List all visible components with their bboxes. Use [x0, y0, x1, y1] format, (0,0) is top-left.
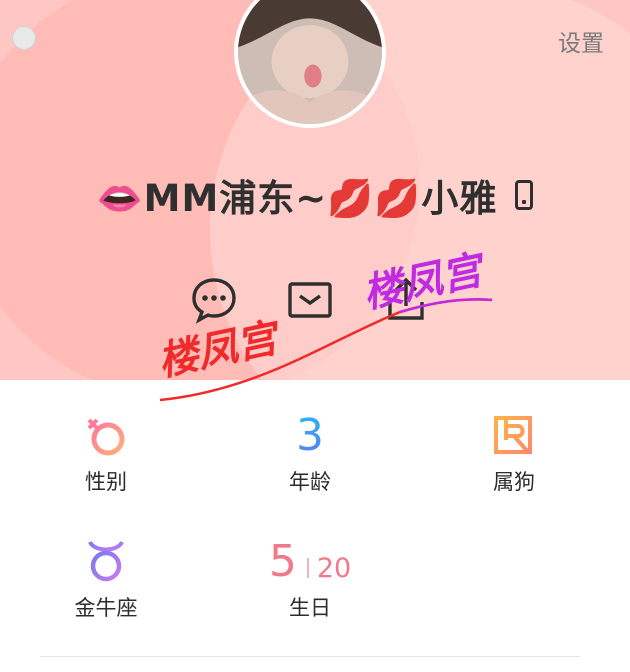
age-item: 3 年龄 [240, 404, 380, 496]
taurus-icon [88, 540, 124, 582]
constellation-label: 金牛座 [74, 596, 138, 620]
zodiac-label: 属狗 [493, 470, 535, 494]
divider [40, 656, 580, 657]
constellation-item: 金牛座 [36, 530, 176, 622]
watermark-swoosh [159, 298, 493, 402]
birthday-day: 20 [316, 553, 352, 584]
birthday-month: 5 [268, 536, 297, 587]
gender-label: 性别 [85, 470, 127, 494]
zodiac-item: 属狗 [444, 404, 584, 496]
age-value: 3 [296, 410, 324, 461]
female-symbol-icon [87, 418, 125, 456]
birthday-label: 生日 [289, 596, 331, 620]
zodiac-dog-icon [494, 416, 532, 454]
age-label: 年龄 [289, 470, 331, 494]
birthday-separator [306, 558, 309, 578]
birthday-item: 5 20 生日 [240, 530, 380, 622]
gender-item: 性别 [36, 404, 176, 496]
